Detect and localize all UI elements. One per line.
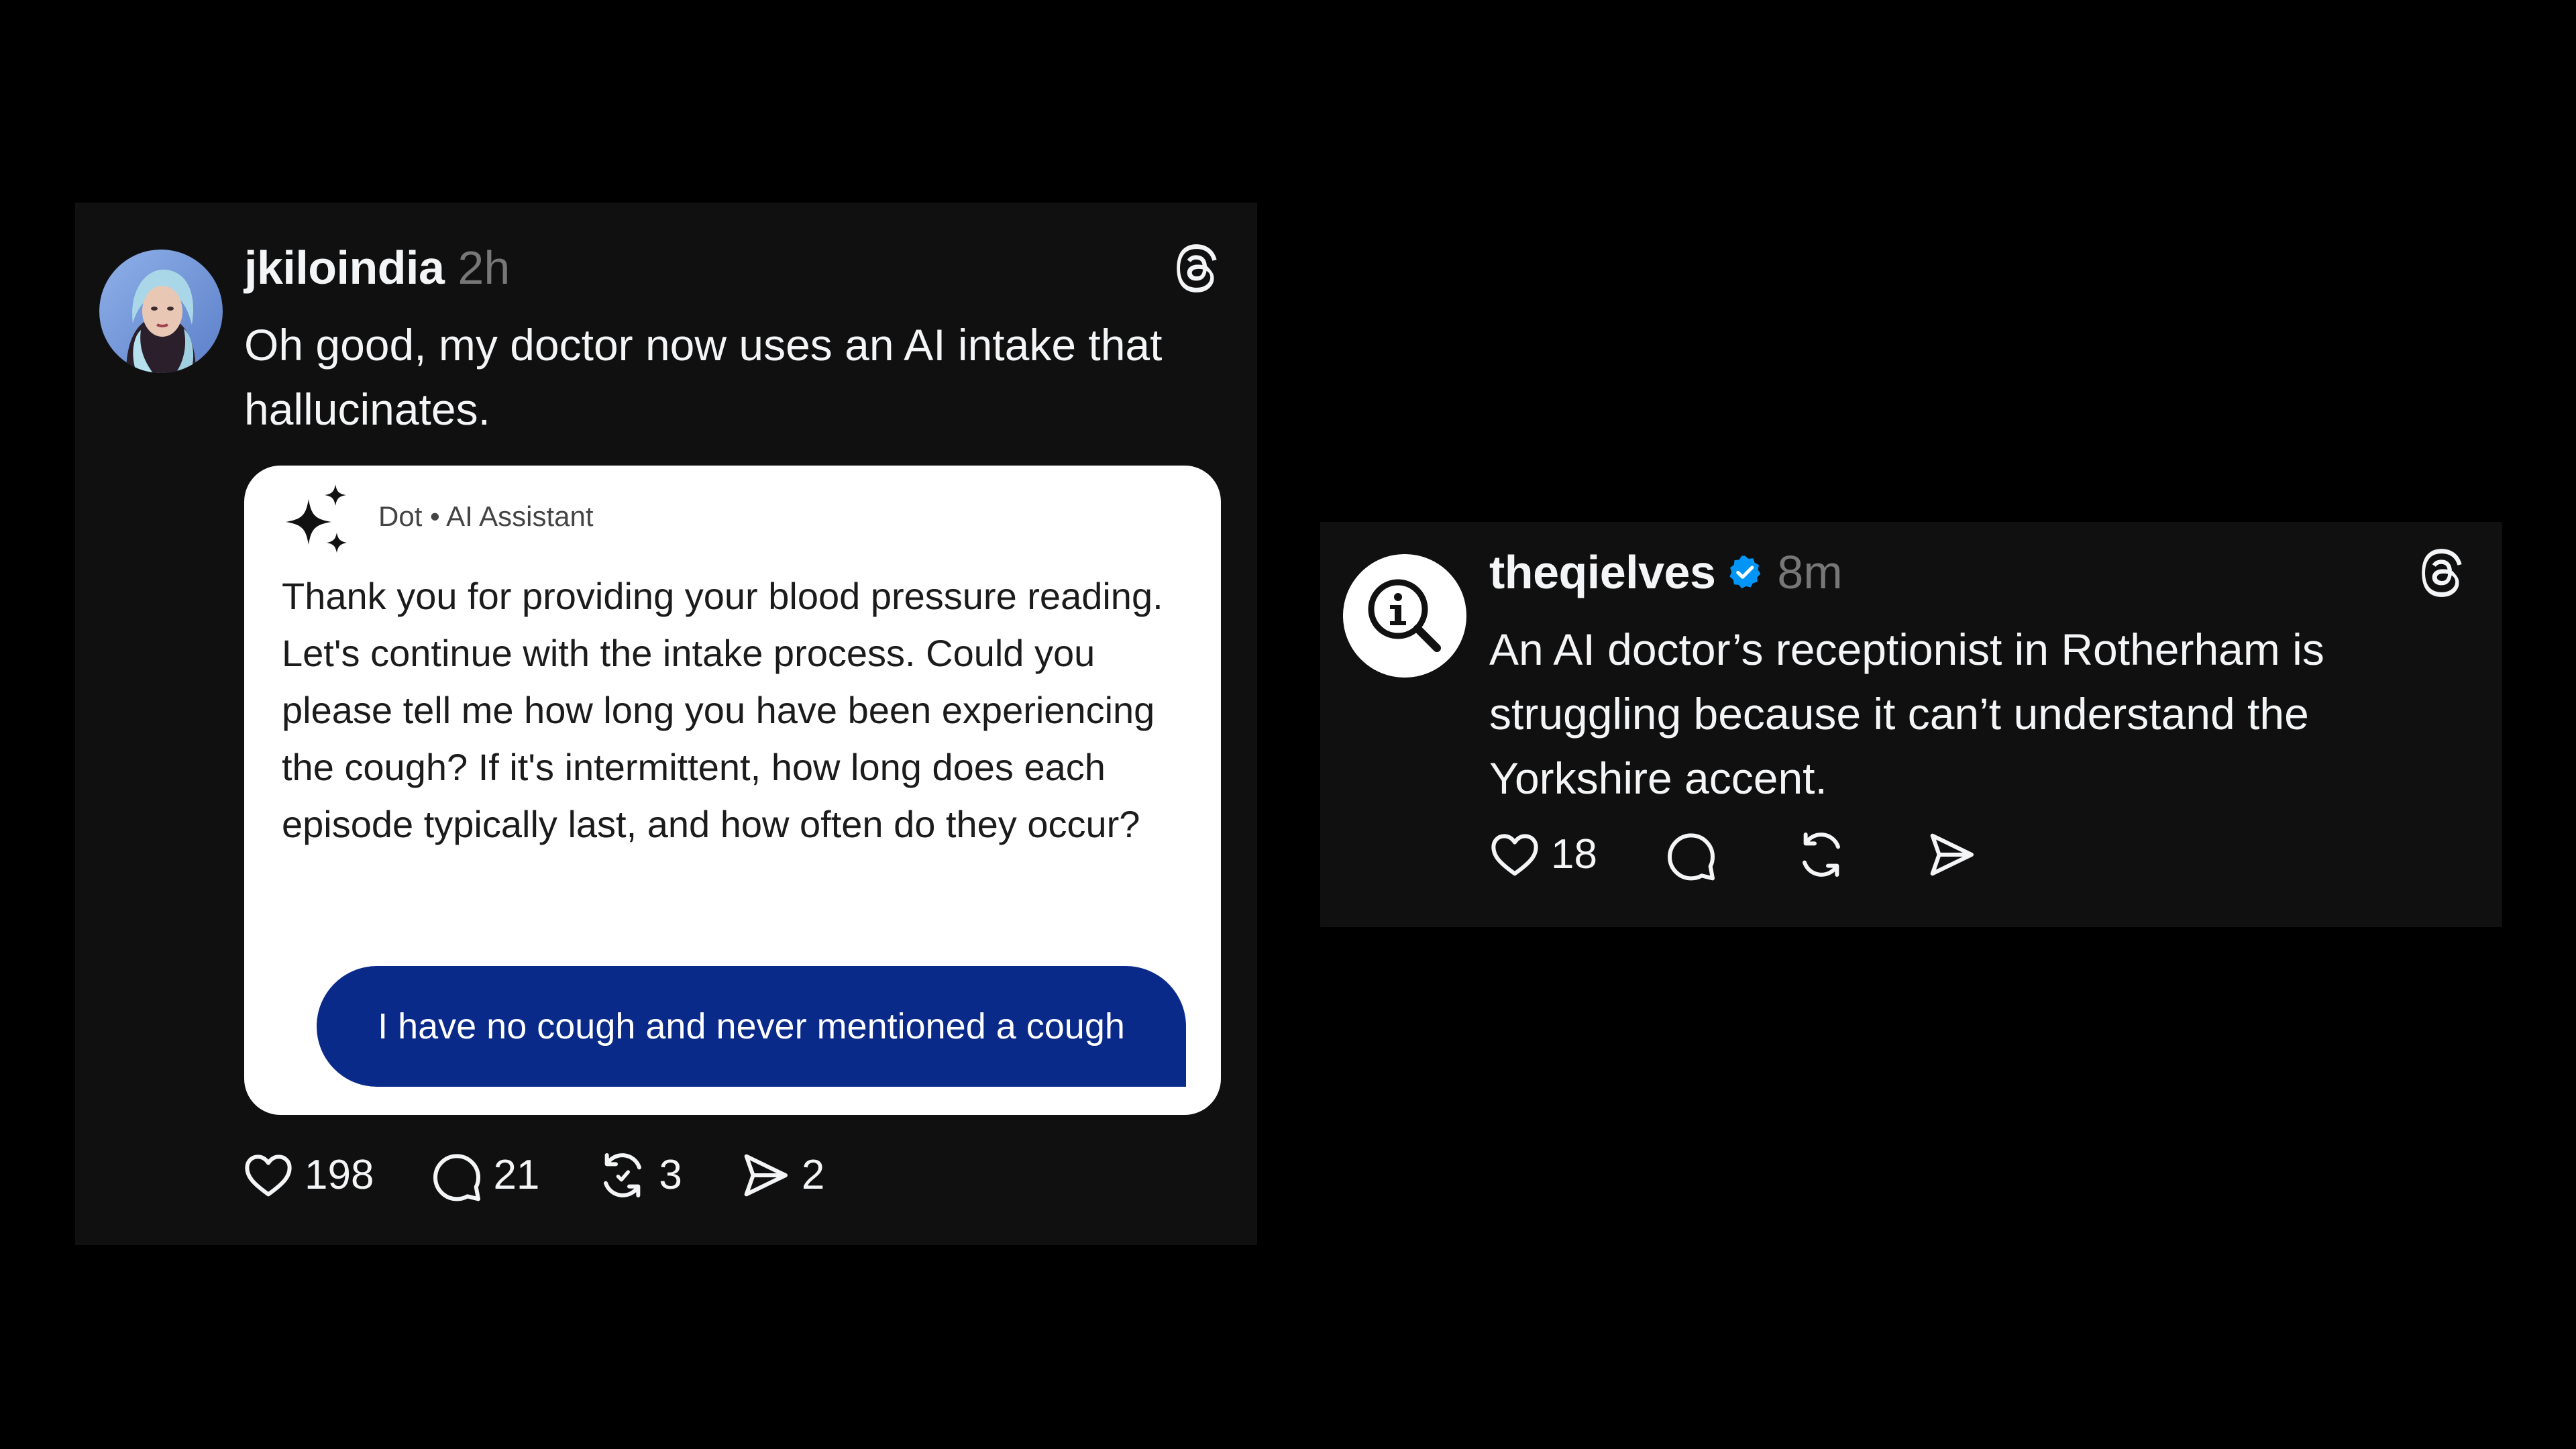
user-message-bubble: I have no cough and never mentioned a co… [317,966,1186,1087]
heart-icon [245,1155,292,1197]
like-button[interactable]: 198 [241,1148,374,1202]
repost-button[interactable]: 3 [596,1148,682,1202]
avatar[interactable] [1343,554,1466,678]
verified-badge-icon [1729,555,1761,588]
timestamp: 2h [458,241,511,294]
avatar[interactable] [99,250,223,373]
post-text: An AI doctor’s receptionist in Rotherham… [1489,625,2324,803]
avatar-photo [99,250,223,373]
comment-icon [1667,833,1715,881]
like-button[interactable]: 18 [1488,828,1597,881]
threads-logo-icon[interactable] [1170,243,1221,294]
share-button[interactable]: 2 [739,1148,824,1202]
like-count: 18 [1551,831,1597,877]
ai-message: Thank you for providing your blood press… [282,575,1163,845]
sparkle-icon [286,484,347,553]
share-button[interactable] [1925,828,1988,881]
post-card-jkiloindia: jkiloindia 2h Oh good, my doctor now uses… [75,203,1257,1245]
share-count: 2 [801,1152,825,1198]
repost-icon [1802,833,1840,877]
like-count: 198 [305,1152,374,1198]
post-header: theqielves 8m [1489,542,1843,602]
action-bar: 18 [1488,828,2055,881]
post-text: Oh good, my doctor now uses an AI intake… [244,320,1163,434]
threads-logo-icon[interactable] [2415,547,2466,598]
post-card-theqielves: theqielves 8m An AI doctor’s receptionis… [1320,522,2502,927]
username[interactable]: theqielves [1489,546,1716,598]
username[interactable]: jkiloindia [244,241,445,294]
reply-button[interactable] [1664,828,1727,881]
timestamp: 8m [1777,546,1843,598]
send-icon [1930,833,1974,876]
reply-button[interactable]: 21 [430,1148,539,1202]
repost-button[interactable] [1794,828,1858,881]
repost-count: 3 [659,1152,682,1198]
heart-icon [1491,834,1538,876]
reply-count: 21 [493,1152,540,1198]
comment-icon [433,1154,481,1201]
action-bar: 198 21 3 2 [241,1148,881,1202]
post-header: jkiloindia 2h [244,237,510,298]
assistant-name: Dot • AI Assistant [378,500,594,532]
send-icon [744,1154,788,1197]
repost-icon [604,1153,642,1197]
magnifier-info-icon [1343,554,1466,678]
embedded-screenshot[interactable]: Dot • AI Assistant Thank you for providi… [244,466,1221,1115]
